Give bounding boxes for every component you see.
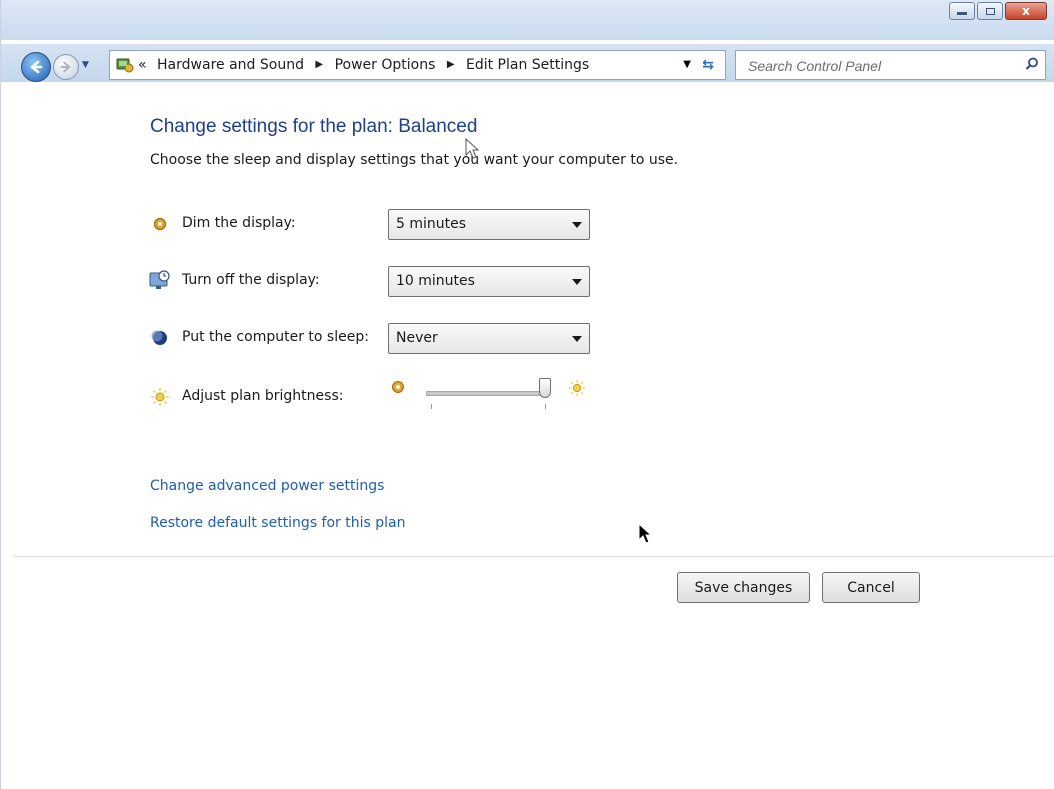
navigation-bar: ▼ « Hardware and Sound ▶ Power Options ▶…	[1, 44, 1054, 82]
maximize-icon	[985, 7, 995, 15]
sleep-value: Never	[396, 330, 438, 346]
brightness-label: Adjust plan brightness:	[182, 388, 344, 404]
chevron-down-icon	[572, 336, 582, 342]
slider-track[interactable]	[426, 391, 546, 396]
brightness-icon	[151, 388, 169, 406]
brightness-low-icon	[392, 381, 404, 393]
dim-display-value: 5 minutes	[396, 216, 467, 232]
monitor-clock-icon	[149, 270, 170, 289]
slider-thumb[interactable]	[539, 378, 551, 398]
back-button[interactable]	[21, 52, 51, 82]
mouse-cursor-icon	[638, 523, 652, 544]
search-icon[interactable]	[1025, 57, 1039, 71]
breadcrumb-power-options[interactable]: Power Options	[335, 57, 436, 73]
sleep-label: Put the computer to sleep:	[182, 329, 369, 345]
forward-arrow-icon	[60, 61, 71, 73]
close-icon: x	[1022, 4, 1030, 18]
recent-pages-dropdown-icon[interactable]: ▼	[82, 60, 89, 70]
turn-off-display-value: 10 minutes	[396, 273, 475, 289]
dim-display-icon	[153, 217, 167, 231]
search-input[interactable]	[746, 55, 1010, 77]
cancel-button[interactable]: Cancel	[822, 572, 920, 603]
dim-display-select[interactable]: 5 minutes	[388, 209, 590, 240]
brightness-high-icon	[568, 379, 586, 397]
page-subtitle: Choose the sleep and display settings th…	[150, 152, 679, 168]
breadcrumb-hardware-and-sound[interactable]: Hardware and Sound	[157, 57, 304, 73]
chevron-down-icon	[572, 279, 582, 285]
breadcrumb-edit-plan-settings[interactable]: Edit Plan Settings	[466, 57, 589, 73]
mouse-cursor-outline-icon	[465, 138, 479, 159]
maximize-button[interactable]	[977, 2, 1003, 20]
breadcrumb-overflow[interactable]: «	[138, 57, 147, 73]
close-button[interactable]: x	[1005, 2, 1047, 20]
page-title: Change settings for the plan: Balanced	[150, 116, 478, 137]
save-changes-button[interactable]: Save changes	[677, 572, 810, 603]
sleep-select[interactable]: Never	[388, 323, 590, 354]
forward-button[interactable]	[53, 54, 79, 80]
change-advanced-settings-link[interactable]: Change advanced power settings	[150, 478, 384, 494]
breadcrumb-separator-icon[interactable]: ▶	[447, 51, 455, 79]
restore-defaults-link[interactable]: Restore default settings for this plan	[150, 515, 406, 531]
minimize-button[interactable]	[949, 2, 975, 20]
brightness-slider[interactable]	[426, 378, 556, 409]
slider-tick	[545, 404, 546, 409]
search-box[interactable]	[735, 50, 1046, 80]
turn-off-display-select[interactable]: 10 minutes	[388, 266, 590, 297]
moon-sleep-icon	[151, 330, 167, 345]
control-panel-icon	[116, 58, 134, 73]
main-content: Change settings for the plan: Balanced C…	[1, 82, 1054, 789]
control-panel-window: x ▼ « Hardware and Sound ▶ Power Options…	[0, 0, 1054, 789]
address-dropdown-icon[interactable]: ▼	[683, 51, 691, 79]
minimize-icon	[957, 12, 967, 15]
refresh-icon[interactable]: ⇆	[697, 54, 719, 76]
breadcrumb-separator-icon[interactable]: ▶	[315, 51, 323, 79]
title-bar[interactable]: x	[1, 0, 1054, 40]
footer-divider	[13, 556, 1054, 557]
chevron-down-icon	[572, 222, 582, 228]
address-bar[interactable]: « Hardware and Sound ▶ Power Options ▶ E…	[109, 50, 726, 80]
turn-off-display-label: Turn off the display:	[182, 272, 320, 288]
breadcrumb: « Hardware and Sound ▶ Power Options ▶ E…	[138, 51, 589, 79]
window-controls: x	[949, 2, 1047, 20]
back-arrow-icon	[30, 60, 43, 74]
dim-display-label: Dim the display:	[182, 215, 296, 231]
slider-tick	[431, 404, 432, 409]
